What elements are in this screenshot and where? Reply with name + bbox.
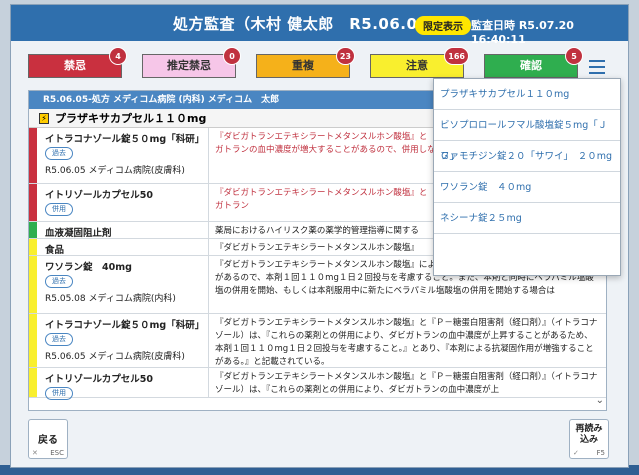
drug-cell: 食品: [37, 239, 209, 256]
drug-cell: イトリゾールカプセル50 併用: [37, 184, 209, 221]
count-badge: 23: [335, 47, 355, 65]
category-caution-button[interactable]: 注意 166: [370, 47, 469, 78]
back-button[interactable]: 戻る ✕ ESC: [28, 419, 68, 459]
drug-select-dropdown: プラザキサカプセル１１０mg ビソプロロールフマル酸塩錠５mg「ＪＧ」 ファモチ…: [433, 78, 621, 276]
close-icon: ✕: [32, 449, 38, 457]
count-badge: 166: [444, 47, 469, 65]
source-tag: 併用: [45, 387, 73, 400]
limited-display-badge: 限定表示: [415, 16, 471, 35]
dropdown-item[interactable]: ファモチジン錠２０「サワイ」 ２０mg: [434, 141, 620, 172]
table-row[interactable]: イトラコナゾール錠５０mg「科研」 過去 R5.06.05 メディコム病院(皮膚科)…: [29, 314, 606, 368]
target-drug-name: プラザキサカプセル１１０mg: [55, 112, 207, 125]
category-confirm-button[interactable]: 確認 5: [484, 47, 583, 78]
table-row[interactable]: イトリゾールカプセル50 併用 『ダビガトランエテキシラートメタンスルホン酸塩』と『…: [29, 368, 606, 400]
prescription-meta: R5.06.05 メディコム病院(皮膚科): [45, 352, 185, 362]
prescription-meta: R5.06.05 メディコム病院(皮膚科): [45, 166, 185, 176]
severity-bar: [29, 128, 37, 183]
severity-bar: [29, 239, 37, 255]
source-tag: 過去: [45, 147, 73, 160]
prescription-audit-dialog: 処方監査（木村 健太郎 R5.06.05） 限定表示 監査日時 R5.07.20…: [10, 4, 629, 468]
category-duplicate-button[interactable]: 重複 23: [256, 47, 355, 78]
reload-button[interactable]: 再読み込み ✓ F5: [569, 419, 609, 459]
drug-name: 血液凝固阻止剤: [45, 228, 112, 239]
dropdown-item[interactable]: ネシーナ錠２５mg: [434, 203, 620, 234]
drug-name: イトリゾールカプセル50: [45, 374, 153, 385]
category-presumed-contraindication-button[interactable]: 推定禁忌 0: [142, 47, 241, 78]
severity-bar: [29, 256, 37, 313]
check-icon: ✓: [573, 449, 579, 457]
drug-cell: イトラコナゾール錠５０mg「科研」 過去 R5.06.05 メディコム病院(皮膚科): [37, 314, 209, 367]
count-badge: 0: [223, 47, 241, 65]
chevron-down-icon[interactable]: ⌄: [596, 395, 604, 406]
count-badge: 5: [565, 47, 583, 65]
interaction-description: 『ダビガトランエテキシラートメタンスルホン酸塩』と『Ｐ－糖蛋白阻害剤（経口剤）』…: [215, 372, 598, 395]
dialog-header: 処方監査（木村 健太郎 R5.06.05） 限定表示 監査日時 R5.07.20…: [11, 5, 628, 46]
severity-bar: [29, 184, 37, 221]
dialog-title: 処方監査（木村 健太郎 R5.06.05）: [173, 15, 444, 33]
drug-name: 食品: [45, 245, 65, 256]
severity-bar: [29, 222, 37, 238]
audit-datetime: 監査日時 R5.07.20 16:40:11: [471, 19, 574, 46]
drug-cell: ワソラン錠 40mg 過去 R5.05.08 メディコム病院(内科): [37, 256, 209, 313]
dropdown-item[interactable]: ワソラン錠 ４０mg: [434, 172, 620, 203]
drug-name: イトラコナゾール錠５０mg「科研」: [45, 320, 205, 331]
drug-name: イトラコナゾール錠５０mg「科研」: [45, 134, 205, 145]
source-tag: 過去: [45, 275, 73, 288]
severity-bar: [29, 314, 37, 367]
drug-cell: イトラコナゾール錠５０mg「科研」 過去 R5.06.05 メディコム病院(皮膚科): [37, 128, 209, 183]
prescription-meta: R5.05.08 メディコム病院(内科): [45, 294, 176, 304]
source-tag: 併用: [45, 203, 73, 216]
dropdown-item[interactable]: ビソプロロールフマル酸塩錠５mg「ＪＧ」: [434, 110, 620, 162]
hamburger-icon[interactable]: [589, 60, 605, 74]
drug-cell: 血液凝固阻止剤: [37, 222, 209, 239]
lightning-icon: ⚡: [39, 113, 49, 124]
severity-bar: [29, 368, 37, 397]
drug-cell: イトリゾールカプセル50 併用: [37, 368, 209, 400]
dropdown-item[interactable]: プラザキサカプセル１１０mg: [434, 79, 620, 110]
count-badge: 4: [109, 47, 127, 65]
drug-name: ワソラン錠 40mg: [45, 262, 132, 273]
drug-name: イトリゾールカプセル50: [45, 190, 153, 201]
category-filter-row: 禁忌 4 推定禁忌 0 重複 23 注意 166 確認 5: [28, 47, 628, 80]
interaction-description: 『ダビガトランエテキシラートメタンスルホン酸塩』と『Ｐ－糖蛋白阻害剤（経口剤）』…: [215, 318, 598, 367]
category-contraindication-button[interactable]: 禁忌 4: [28, 47, 127, 78]
source-tag: 過去: [45, 333, 73, 346]
